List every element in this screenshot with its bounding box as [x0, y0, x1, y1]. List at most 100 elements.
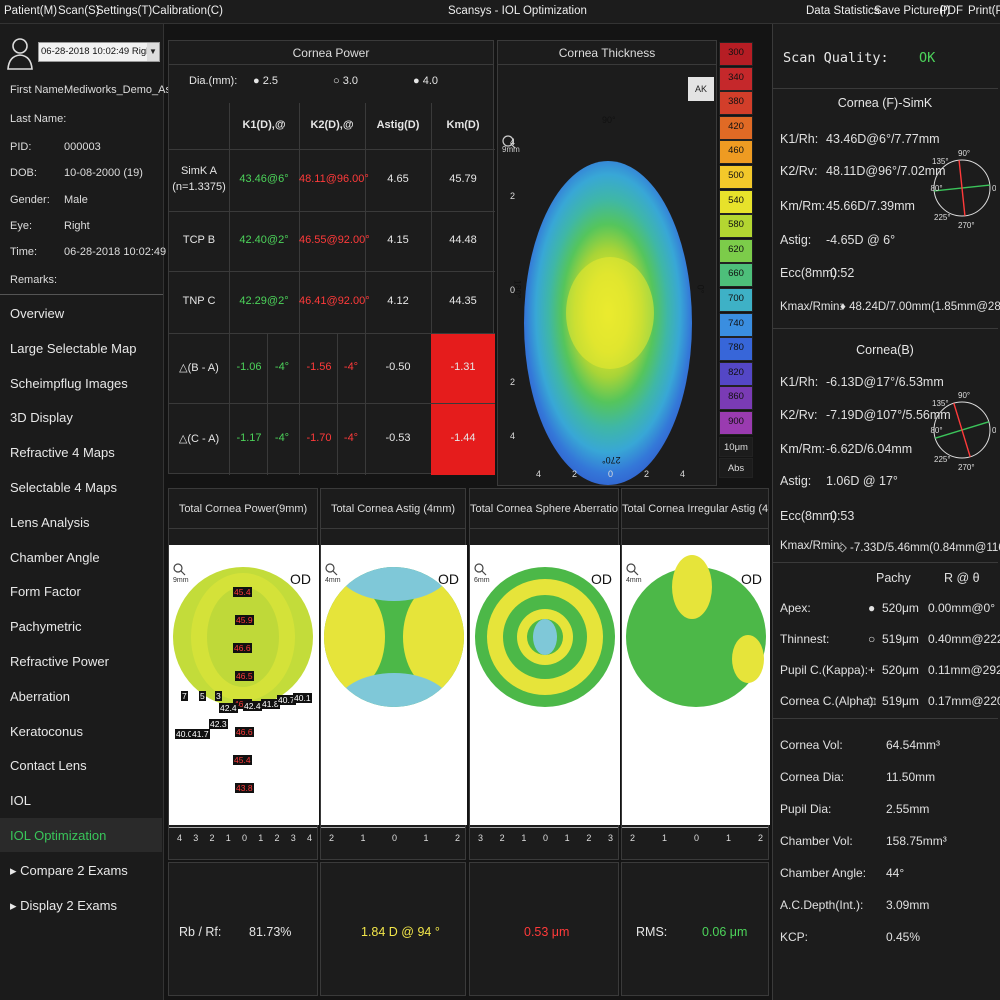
ak-button[interactable]: AK — [688, 77, 714, 101]
f-kmax-value: ♦ 48.24D/7.00mm(1.85mm@281°) — [840, 301, 1000, 313]
nav-item-0[interactable]: Overview — [0, 296, 162, 330]
x-tick-label: 2 — [586, 833, 592, 843]
b-k2-label: K2/Rv: — [780, 408, 818, 422]
k2-value: -1.70 — [306, 432, 332, 444]
scale-swatch: 300 — [719, 42, 753, 66]
cornea-f-title: Cornea (F)-SimK — [837, 96, 933, 110]
menu-print[interactable]: Print(P) — [968, 5, 1000, 17]
window-title: Scansys - IOL Optimization — [448, 5, 587, 17]
pachy-value: 520μm — [882, 601, 919, 615]
dial-mark: 0° — [992, 184, 996, 193]
zoom-icon[interactable] — [626, 563, 640, 577]
menu-calibration[interactable]: Calibration(C) — [152, 5, 223, 17]
menu-pdf[interactable]: PDF — [940, 5, 963, 17]
x-tick-label: 0 — [694, 833, 700, 843]
cornea-b-title: Cornea(B) — [856, 343, 914, 357]
y-tick-label: 2 — [510, 191, 516, 201]
nav-item-6[interactable]: Lens Analysis — [0, 505, 162, 539]
x-tick-label: 4 — [680, 469, 686, 479]
zoom-icon[interactable] — [474, 563, 488, 577]
nav-item-8[interactable]: Form Factor — [0, 574, 162, 608]
nav-item-16[interactable]: ▸ Compare 2 Exams — [0, 853, 162, 887]
nav-item-9[interactable]: Pachymetric — [0, 609, 162, 643]
power-label-white: 42.3 — [209, 719, 228, 729]
power-label-red: 45.4 — [233, 755, 252, 765]
chevron-down-icon[interactable]: ▼ — [147, 43, 159, 61]
power-label-red: 45.4 — [233, 587, 252, 597]
nav-item-4[interactable]: Refractive 4 Maps — [0, 435, 162, 469]
nav-item-17[interactable]: ▸ Display 2 Exams — [0, 888, 162, 922]
dia-4-0-label: 4.0 — [422, 75, 439, 87]
nav-item-13[interactable]: Contact Lens — [0, 748, 162, 782]
x-tick-label: 2 — [644, 469, 650, 479]
nav-item-14[interactable]: IOL — [0, 783, 162, 817]
menu-settings[interactable]: Settings(T) — [96, 5, 152, 17]
dia-option-3-0[interactable]: ○ 3.0 — [333, 75, 358, 87]
dob-label: DOB: — [10, 167, 37, 179]
sa-value: 0.53 μm — [524, 925, 570, 939]
nav-item-12[interactable]: Keratoconus — [0, 714, 162, 748]
metric-label: A.C.Depth(Int.): — [780, 898, 864, 912]
map-graphic — [622, 545, 770, 825]
menu-scan[interactable]: Scan(S) — [58, 5, 100, 17]
dia-option-4-0[interactable]: ● 4.0 — [413, 75, 438, 87]
x-tick-label: 3 — [608, 833, 614, 843]
x-tick-label: 2 — [630, 833, 636, 843]
nav-item-7[interactable]: Chamber Angle — [0, 540, 162, 574]
first-name-label: First Name: — [10, 84, 67, 96]
nav-item-10[interactable]: Refractive Power — [0, 644, 162, 678]
radio-empty-icon: ○ — [333, 75, 340, 87]
x-tick-label: 1 — [662, 833, 668, 843]
x-tick-label: 1 — [423, 833, 429, 843]
power-label-red: 45.9 — [235, 615, 254, 625]
x-axis — [622, 827, 768, 828]
menu-save-picture[interactable]: Save Picture(I) — [874, 5, 950, 17]
metric-label: Cornea Vol: — [780, 738, 843, 752]
menu-patient[interactable]: Patient(M) — [4, 5, 57, 17]
nav-item-5[interactable]: Selectable 4 Maps — [0, 470, 162, 504]
row-sublabel: (n=1.3375) — [172, 181, 226, 193]
x-tick-label: 4 — [177, 833, 183, 843]
power-label-red: 43.8 — [235, 783, 254, 793]
table-header: Astig(D) — [376, 119, 420, 131]
astig-value: -0.53 — [385, 432, 411, 444]
scale-swatch: 500 — [719, 165, 753, 189]
axis-dial-front: 90° 135° 180° 225° 270° 0° — [930, 149, 996, 230]
km-value: -1.31 — [450, 361, 476, 373]
scan-quality-label: Scan Quality: — [783, 50, 889, 66]
x-tick-label: 1 — [564, 833, 570, 843]
table-divider — [337, 333, 338, 403]
map-panel: Total Cornea Irregular Astig (4mm)4mmOD2… — [621, 488, 770, 860]
metric-label: Cornea Dia: — [780, 770, 845, 784]
nav-item-3[interactable]: 3D Display — [0, 400, 162, 434]
dia-option-2-5[interactable]: ● 2.5 — [253, 75, 278, 87]
nav-item-2[interactable]: Scheimpflug Images — [0, 366, 162, 400]
metric-label: Chamber Angle: — [780, 866, 867, 880]
user-icon — [7, 38, 33, 70]
pachy-position: 0.40mm@222° — [928, 632, 1000, 646]
menu-data-statistics[interactable]: Data Statistics — [806, 5, 880, 17]
rbrf-label: Rb / Rf: — [179, 925, 222, 939]
nav-item-15[interactable]: IOL Optimization — [0, 818, 162, 852]
row-label: TCP B — [182, 234, 216, 246]
k2-axis: -4° — [343, 432, 359, 444]
pachy-symbol-icon: □ — [868, 694, 876, 708]
metric-label: KCP: — [780, 930, 809, 944]
x-tick-label: 2 — [274, 833, 280, 843]
k2-value: -1.56 — [306, 361, 332, 373]
f-k1-label: K1/Rh: — [780, 132, 819, 146]
zoom-icon[interactable] — [173, 563, 187, 577]
divider — [772, 88, 998, 89]
nav-item-11[interactable]: Aberration — [0, 679, 162, 713]
od-label: OD — [741, 571, 762, 587]
scale-swatch: 820 — [719, 361, 753, 386]
table-divider — [337, 403, 338, 475]
scale-swatch: 900 — [719, 411, 753, 435]
b-km-label: Km/Rm: — [780, 442, 826, 456]
exam-select[interactable]: 06-28-2018 10:02:49 Right ▼ — [38, 42, 160, 62]
metric-value: 11.50mm — [886, 770, 936, 784]
scale-swatch: 860 — [719, 386, 753, 411]
nav-item-1[interactable]: Large Selectable Map — [0, 331, 162, 365]
x-tick-label: 2 — [455, 833, 461, 843]
zoom-icon[interactable] — [325, 563, 339, 577]
